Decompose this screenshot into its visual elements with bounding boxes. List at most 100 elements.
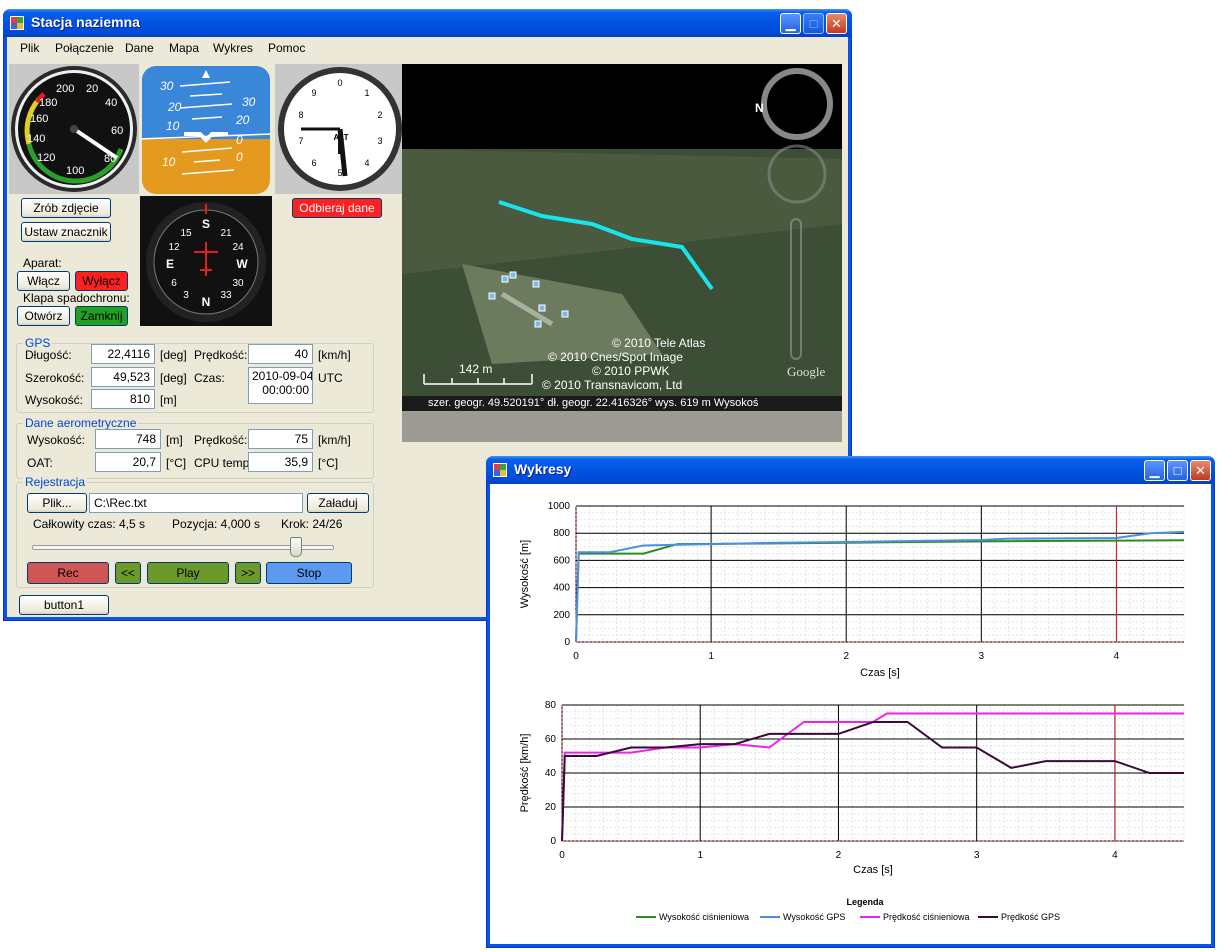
minimize-icon: ▁ xyxy=(785,16,796,31)
aero-speed-field[interactable]: 75 xyxy=(248,429,313,449)
altimeter-tick-2: 2 xyxy=(377,110,382,120)
load-button[interactable]: Załaduj xyxy=(307,493,369,513)
aero-group: Dane aerometryczne xyxy=(16,416,374,479)
gps-alt-unit: [m] xyxy=(160,393,177,407)
aero-alt-field[interactable]: 748 xyxy=(95,429,161,449)
gps-lon-field[interactable]: 22,4116 xyxy=(91,344,155,364)
gps-lon-unit: [deg] xyxy=(160,348,187,362)
aero-cpu-field[interactable]: 35,9 xyxy=(248,452,313,472)
menu-wykres[interactable]: Wykres xyxy=(213,41,253,55)
airspeed-tick-140: 140 xyxy=(27,133,45,145)
camera-off-button[interactable]: Wyłącz xyxy=(75,271,128,291)
gps-alt-field[interactable]: 810 xyxy=(91,389,155,409)
y-tick-label: 800 xyxy=(553,528,570,539)
series-line xyxy=(575,530,1185,643)
map-compass-letter: N xyxy=(755,101,764,115)
x-tick-label: 2 xyxy=(843,651,849,662)
x-tick-label: 4 xyxy=(1112,850,1118,861)
receive-data-button[interactable]: Odbieraj dane xyxy=(292,198,382,218)
map-view[interactable]: N © 2010 Tele Atlas © 2010 Cnes/Spot Ima… xyxy=(402,64,842,442)
y-tick-label: 60 xyxy=(545,734,557,745)
camera-on-label: Włącz xyxy=(27,274,60,288)
close-icon: ✕ xyxy=(831,16,842,31)
aero-alt-label: Wysokość: xyxy=(27,433,85,447)
rec-button[interactable]: Rec xyxy=(27,562,109,584)
set-marker-button[interactable]: Ustaw znacznik xyxy=(21,222,111,242)
gps-speed-label: Prędkość: xyxy=(194,348,248,362)
menu-polaczenie[interactable]: Połączenie xyxy=(55,41,114,55)
menu-plik[interactable]: Plik xyxy=(20,41,39,55)
legend-entry: Wysokość ciśnieniowa xyxy=(659,912,749,922)
slider-thumb[interactable] xyxy=(290,537,303,557)
x-tick-label: 1 xyxy=(708,651,714,662)
gps-lat-field[interactable]: 49,523 xyxy=(91,367,155,387)
close-icon: ✕ xyxy=(1195,463,1206,478)
minimize-button[interactable]: ▁ xyxy=(780,13,801,34)
x-tick-label: 3 xyxy=(974,850,980,861)
altimeter: 0 1 2 3 4 5 6 7 8 9 ALT xyxy=(275,64,405,194)
charts-window: Wykresy ▁ □ ✕ 0 1 2 3 4 0 200 400 600 800 1000 Czas… xyxy=(486,456,1215,948)
gps-time-field[interactable]: 2010-09-04 00:00:00 xyxy=(248,367,313,404)
airspeed-tick-60: 60 xyxy=(111,125,123,137)
map-google-logo: Google xyxy=(787,364,826,379)
file-button[interactable]: Plik... xyxy=(27,493,87,513)
play-button-label: Play xyxy=(176,566,200,580)
menu-pomoc[interactable]: Pomoc xyxy=(268,41,305,55)
charts-titlebar[interactable]: Wykresy ▁ □ ✕ xyxy=(486,456,1215,484)
minimize-icon: ▁ xyxy=(1149,463,1160,478)
maximize-icon: □ xyxy=(1173,463,1182,478)
charts-minimize-button[interactable]: ▁ xyxy=(1144,460,1165,481)
forward-button[interactable]: >> xyxy=(235,562,261,584)
heading-tick-12: 12 xyxy=(168,242,180,253)
map-scale-label: 142 m xyxy=(459,362,493,376)
attitude-tick-20-left: 20 xyxy=(167,100,182,114)
gps-speed-field[interactable]: 40 xyxy=(248,344,313,364)
map-status-bar: szer. geogr. 49.520191° dł. geogr. 22.41… xyxy=(402,396,842,411)
x-tick-label: 0 xyxy=(559,850,565,861)
playback-slider[interactable] xyxy=(32,537,334,557)
play-button[interactable]: Play xyxy=(147,562,229,584)
charts-maximize-button[interactable]: □ xyxy=(1167,460,1188,481)
y-tick-label: 200 xyxy=(553,610,570,621)
take-photo-label: Zrób zdjęcie xyxy=(33,201,99,215)
menu-dane[interactable]: Dane xyxy=(125,41,154,55)
heading-indicator: S E N W 15 21 24 30 33 6 12 3 xyxy=(140,196,272,326)
forward-button-label: >> xyxy=(240,566,255,580)
maximize-icon: □ xyxy=(809,16,818,31)
parachute-open-button[interactable]: Otwórz xyxy=(17,306,70,326)
altimeter-tick-4: 4 xyxy=(364,158,369,168)
button1-label: button1 xyxy=(43,598,85,612)
attitude-tick-10-left: 10 xyxy=(166,119,180,133)
gps-time-date: 2010-09-04 xyxy=(252,369,313,383)
attitude-tick-30-left: 30 xyxy=(160,79,174,93)
gps-lat-unit: [deg] xyxy=(160,371,187,385)
aero-group-title: Dane aerometryczne xyxy=(23,416,139,430)
main-titlebar[interactable]: Stacja naziemna ▁ □ ✕ xyxy=(3,9,852,37)
charts-close-button[interactable]: ✕ xyxy=(1190,460,1211,481)
menu-mapa[interactable]: Mapa xyxy=(169,41,199,55)
heading-tick-21: 21 xyxy=(220,228,232,239)
button1[interactable]: button1 xyxy=(19,595,109,615)
heading-tick-E: E xyxy=(166,257,174,271)
take-photo-button[interactable]: Zrób zdjęcie xyxy=(21,198,111,218)
legend-title: Legenda xyxy=(846,897,884,907)
close-button[interactable]: ✕ xyxy=(826,13,847,34)
heading-tick-S: S xyxy=(202,217,210,231)
attitude-tick-30-right: 30 xyxy=(242,95,256,109)
maximize-button[interactable]: □ xyxy=(803,13,824,34)
map-status-text: szer. geogr. 49.520191° dł. geogr. 22.41… xyxy=(428,397,759,409)
altimeter-tick-9: 9 xyxy=(311,88,316,98)
rewind-button[interactable]: << xyxy=(115,562,141,584)
stop-button[interactable]: Stop xyxy=(266,562,352,584)
gps-alt-label: Wysokość: xyxy=(25,393,83,407)
altimeter-tick-0: 0 xyxy=(337,78,342,88)
camera-on-button[interactable]: Włącz xyxy=(17,271,70,291)
registration-group-title: Rejestracja xyxy=(23,475,88,489)
x-tick-label: 0 xyxy=(573,651,579,662)
parachute-close-button[interactable]: Zamknij xyxy=(75,306,128,326)
file-path-field[interactable]: C:\Rec.txt xyxy=(89,493,303,513)
heading-tick-6: 6 xyxy=(171,278,177,289)
aero-speed-unit: [km/h] xyxy=(318,433,351,447)
gps-time-zone: UTC xyxy=(318,371,343,385)
aero-oat-field[interactable]: 20,7 xyxy=(95,452,161,472)
